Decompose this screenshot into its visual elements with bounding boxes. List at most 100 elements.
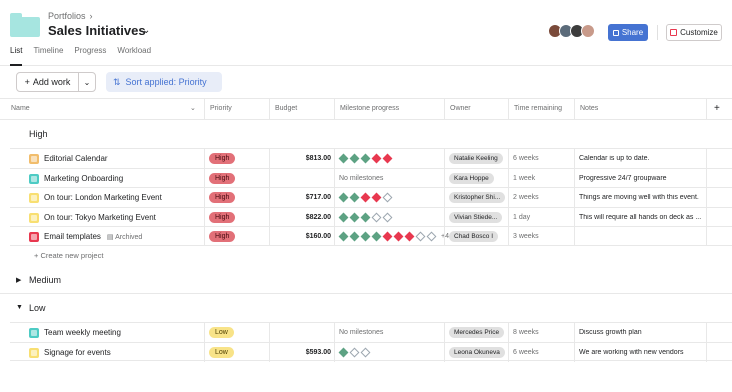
col-milestone-progress[interactable]: Milestone progress — [334, 99, 444, 119]
col-time-remaining[interactable]: Time remaining — [508, 99, 574, 119]
notes-cell[interactable]: Things are moving well with this event. — [574, 188, 706, 207]
tab-workload[interactable]: Workload — [117, 46, 151, 66]
add-work-main[interactable]: + Add work — [17, 73, 79, 91]
milestone-complete-icon[interactable] — [338, 212, 349, 222]
milestone-complete-icon[interactable] — [338, 347, 349, 357]
notes-cell[interactable]: Calendar is up to date. — [574, 149, 706, 168]
col-budget[interactable]: Budget — [269, 99, 334, 119]
project-name[interactable]: Marketing Onboarding — [44, 174, 123, 183]
time-remaining-cell[interactable]: 1 week — [508, 168, 574, 188]
milestone-open-icon[interactable] — [382, 192, 393, 203]
owner-pill[interactable]: Vivian Stiede... — [449, 211, 503, 223]
notes-cell[interactable] — [574, 227, 706, 246]
milestone-missed-icon[interactable] — [393, 231, 404, 242]
col-priority[interactable]: Priority — [204, 99, 269, 119]
notes-cell[interactable]: Discuss growth plan — [574, 323, 706, 342]
priority-pill[interactable]: Low — [209, 327, 234, 338]
milestone-open-icon[interactable] — [415, 231, 426, 242]
budget-cell[interactable]: $717.00 — [269, 188, 335, 207]
add-column-icon[interactable]: + — [714, 99, 720, 119]
milestone-complete-icon[interactable] — [338, 231, 349, 242]
project-name[interactable]: Email templates — [44, 232, 101, 241]
notes-cell[interactable]: This will require all hands on deck as .… — [574, 207, 706, 227]
milestone-open-icon[interactable] — [382, 212, 393, 222]
milestone-complete-icon[interactable] — [349, 231, 360, 242]
chevron-down-icon[interactable]: ⌄ — [142, 25, 150, 36]
owner-pill[interactable]: Natalie Keeling — [449, 153, 503, 164]
table-row[interactable]: Editorial Calendar High $813.00 Natalie Kee… — [10, 148, 732, 168]
project-name-cell[interactable]: Marketing Onboarding — [26, 169, 204, 188]
project-name-cell[interactable]: On tour: London Marketing Event — [26, 188, 204, 207]
time-remaining-cell[interactable]: 1 day — [508, 207, 574, 227]
milestone-cell[interactable] — [334, 207, 444, 227]
member-avatars[interactable] — [548, 24, 595, 38]
budget-cell[interactable] — [269, 323, 335, 342]
milestone-cell[interactable]: +4 — [334, 227, 449, 246]
project-name[interactable]: Editorial Calendar — [44, 154, 108, 163]
priority-cell[interactable]: High — [204, 207, 269, 227]
budget-cell[interactable]: $593.00 — [269, 342, 335, 362]
owner-cell[interactable]: Mercedes Price — [444, 323, 508, 342]
priority-pill[interactable]: High — [209, 231, 236, 242]
milestone-cell[interactable] — [334, 342, 444, 362]
priority-pill[interactable]: High — [209, 172, 236, 184]
project-name-cell[interactable]: Signage for events — [26, 343, 204, 362]
owner-pill[interactable]: Kristopher Shi... — [449, 192, 505, 203]
owner-cell[interactable]: Chad Bosco I — [444, 227, 508, 246]
milestone-complete-icon[interactable] — [360, 212, 371, 222]
milestone-complete-icon[interactable] — [338, 192, 349, 203]
milestone-cell[interactable]: No milestones — [334, 168, 444, 188]
page-title[interactable]: Sales Initiatives — [48, 23, 146, 38]
table-row[interactable]: Marketing Onboarding High No milestones Kar… — [10, 167, 732, 188]
col-name[interactable]: Name — [0, 99, 204, 119]
milestone-complete-icon[interactable] — [338, 153, 349, 164]
col-notes[interactable]: Notes — [574, 99, 706, 119]
caret-right-icon[interactable]: ▶ — [16, 276, 21, 284]
notes-cell[interactable]: Progressive 24/7 groupware — [574, 168, 706, 188]
owner-pill[interactable]: Kara Hoppe — [449, 172, 494, 184]
milestone-complete-icon[interactable] — [349, 192, 360, 203]
owner-pill[interactable]: Leona Okuneva — [449, 346, 505, 358]
budget-cell[interactable] — [269, 168, 335, 188]
budget-cell[interactable]: $160.00 — [269, 227, 335, 246]
project-name[interactable]: On tour: Tokyo Marketing Event — [44, 213, 156, 222]
breadcrumb[interactable]: Portfolios › — [48, 11, 93, 21]
time-remaining-cell[interactable]: 6 weeks — [508, 149, 574, 168]
table-row[interactable]: Email templates ▤ Archived High $160.00 +4 Ch… — [10, 226, 732, 246]
owner-cell[interactable]: Kristopher Shi... — [444, 188, 508, 207]
project-name[interactable]: On tour: London Marketing Event — [44, 193, 162, 202]
priority-cell[interactable]: High — [204, 227, 269, 246]
project-name-cell[interactable]: Email templates ▤ Archived — [26, 227, 204, 246]
priority-pill[interactable]: Low — [209, 346, 234, 358]
table-row[interactable]: On tour: Tokyo Marketing Event High $822.0… — [10, 206, 732, 227]
project-name[interactable]: Signage for events — [44, 348, 111, 357]
milestone-missed-icon[interactable] — [371, 192, 382, 203]
owner-cell[interactable]: Kara Hoppe — [444, 168, 508, 188]
owner-cell[interactable]: Leona Okuneva — [444, 342, 508, 362]
milestone-open-icon[interactable] — [371, 212, 382, 222]
time-remaining-cell[interactable]: 2 weeks — [508, 188, 574, 207]
time-remaining-cell[interactable]: 8 weeks — [508, 323, 574, 342]
priority-cell[interactable]: Low — [204, 342, 269, 362]
time-remaining-cell[interactable]: 6 weeks — [508, 342, 574, 362]
budget-cell[interactable]: $822.00 — [269, 207, 335, 227]
col-owner[interactable]: Owner — [444, 99, 508, 119]
project-name-cell[interactable]: Team weekly meeting — [26, 323, 204, 342]
chevron-down-icon[interactable]: ⌄ — [79, 73, 95, 91]
milestone-open-icon[interactable] — [349, 347, 360, 357]
create-new-project-link[interactable]: + Create new project — [34, 251, 103, 260]
table-row[interactable]: Signage for events Low $593.00 Leona Okunev… — [10, 341, 732, 362]
milestone-cell[interactable] — [334, 149, 444, 168]
priority-pill[interactable]: High — [209, 192, 236, 203]
budget-cell[interactable]: $813.00 — [269, 149, 335, 168]
owner-pill[interactable]: Chad Bosco I — [449, 231, 499, 242]
section-medium[interactable]: ▶ Medium — [0, 266, 732, 294]
add-work-button[interactable]: + Add work ⌄ — [16, 72, 96, 92]
milestone-missed-icon[interactable] — [360, 192, 371, 203]
priority-pill[interactable]: High — [209, 153, 236, 164]
milestone-complete-icon[interactable] — [349, 153, 360, 164]
project-name-cell[interactable]: Editorial Calendar — [26, 149, 204, 168]
milestone-complete-icon[interactable] — [349, 212, 360, 222]
notes-cell[interactable]: We are working with new vendors — [574, 342, 706, 362]
table-row[interactable]: On tour: London Marketing Event High $717.… — [10, 187, 732, 207]
